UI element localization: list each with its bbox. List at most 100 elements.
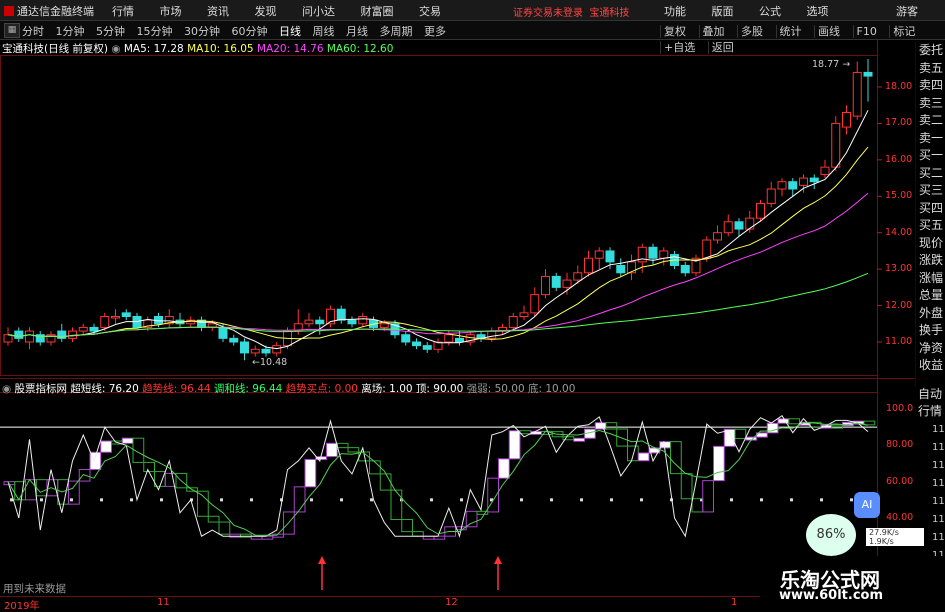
adjust-button[interactable]: 复权 (660, 25, 686, 38)
mark-button[interactable]: 标记 (889, 25, 916, 38)
grid-icon[interactable]: ▦ (4, 23, 20, 38)
candle-body (530, 294, 540, 314)
f10-button[interactable]: F10 (852, 25, 877, 38)
side-panel-item[interactable]: 卖四 (916, 77, 945, 95)
candle-body (143, 319, 153, 328)
side-panel-item[interactable]: 行情 (915, 403, 945, 420)
side-panel-item[interactable]: 涨幅 (916, 270, 945, 288)
speed-indicator[interactable]: 86% (806, 514, 856, 556)
indicator-box (476, 510, 489, 515)
midline-dot (460, 498, 463, 502)
side-panel-item[interactable]: 买一 (916, 147, 945, 165)
candle-body (14, 330, 24, 339)
indicator-box (584, 428, 596, 439)
menu-item-wealth[interactable]: 财富圈 (361, 5, 394, 18)
draw-button[interactable]: 画线 (814, 25, 840, 38)
side-panel-item[interactable]: 换手 (916, 322, 945, 340)
candle-body (659, 250, 669, 259)
indicator-box (412, 531, 424, 537)
tab-timeshare[interactable]: 分时 (22, 25, 44, 38)
right-menu: 功能 版面 公式 选项 (664, 3, 851, 19)
indicator-settings-icon[interactable]: ◉ (2, 383, 15, 395)
back-button[interactable]: 返回 (707, 41, 734, 54)
bottom-value: 底: 10.00 (527, 383, 576, 395)
side-panel-item[interactable]: 卖一 (916, 130, 945, 148)
quote-side-panel-bottom: 自动 行情 (915, 386, 945, 420)
indicator-box (401, 519, 413, 533)
multi-stock-button[interactable]: 多股 (737, 25, 763, 38)
menu-item-discover[interactable]: 发现 (255, 5, 277, 18)
menu-item-market[interactable]: 市场 (160, 5, 182, 18)
side-panel-item[interactable]: 卖五 (916, 60, 945, 78)
candle-body (304, 319, 314, 325)
side-panel-item[interactable]: 卖三 (916, 95, 945, 113)
side-panel-item[interactable]: 外盘 (916, 305, 945, 323)
side-panel-item[interactable]: 卖二 (916, 112, 945, 130)
candle-body (315, 319, 325, 325)
menu-item-ask[interactable]: 问小达 (302, 5, 335, 18)
menu-item-layout[interactable]: 版面 (712, 5, 734, 18)
tab-30min[interactable]: 30分钟 (184, 25, 220, 38)
app-title: 通达信金融终端 (4, 3, 94, 19)
add-watchlist-button[interactable]: +自选 (660, 41, 696, 54)
low-value: 10.48 (259, 357, 288, 368)
side-panel-item[interactable]: 涨跌 (916, 252, 945, 270)
tab-15min[interactable]: 15分钟 (137, 25, 173, 38)
candle-body (809, 177, 819, 183)
indicator-box (132, 437, 145, 463)
indicator-box (605, 422, 618, 430)
tab-weekly[interactable]: 周线 (313, 25, 335, 38)
side-panel-item[interactable]: 买三 (916, 182, 945, 200)
tab-more[interactable]: 更多 (424, 25, 446, 38)
side-panel-item[interactable]: 买二 (916, 165, 945, 183)
candle-body (498, 326, 507, 332)
candle-body (594, 250, 604, 259)
candle-body (422, 345, 432, 350)
kline-chart[interactable] (0, 0, 945, 609)
chart-title[interactable]: 宝通科技(日线 前复权) (2, 43, 108, 55)
guest-button[interactable]: 游客 (896, 3, 918, 19)
candle-body (369, 319, 378, 328)
side-panel-item[interactable]: 总量 (916, 287, 945, 305)
midline-dot (760, 498, 763, 502)
tab-5min[interactable]: 5分钟 (96, 25, 125, 38)
menu-item-trade[interactable]: 交易 (419, 5, 441, 18)
tab-monthly[interactable]: 月线 (346, 25, 368, 38)
indicator-box (594, 422, 607, 430)
adjust-line-value: 调和线: 96.44 (213, 383, 283, 395)
tab-daily[interactable]: 日线 (279, 25, 301, 38)
indicator-name[interactable]: 股票指标网 (15, 383, 68, 395)
candle-body (766, 188, 776, 205)
ma60-value: MA60: 12.60 (326, 43, 394, 55)
indicator-box (100, 440, 112, 453)
settings-icon[interactable]: ◉ (111, 43, 124, 55)
menu-item-function[interactable]: 功能 (664, 5, 686, 18)
indicator-box (369, 460, 381, 475)
ma10-value: MA10: 16.05 (187, 43, 254, 55)
side-panel-item[interactable]: 收益 (916, 357, 945, 375)
indicator-box (293, 486, 306, 513)
candle-body (250, 348, 260, 354)
tab-1min[interactable]: 1分钟 (56, 25, 85, 38)
login-warning[interactable]: 证券交易未登录 宝通科技 (513, 4, 629, 19)
side-panel-item[interactable]: 现价 (916, 235, 945, 253)
side-panel-item[interactable]: 净资 (916, 340, 945, 358)
ai-assistant-button[interactable]: AI (854, 492, 880, 518)
tab-60min[interactable]: 60分钟 (232, 25, 268, 38)
menu-item-formula[interactable]: 公式 (759, 5, 781, 18)
side-panel-item[interactable]: 买四 (916, 200, 945, 218)
menu-item-hq[interactable]: 行情 (112, 5, 134, 18)
candle-body (240, 341, 249, 354)
side-panel-item[interactable]: 买五 (916, 217, 945, 235)
midline-dot (790, 498, 793, 502)
menu-item-options[interactable]: 选项 (807, 5, 829, 18)
side-panel-item[interactable]: 自动 (915, 386, 945, 403)
midline-dot (430, 498, 433, 502)
side-panel-item[interactable]: 委托 (916, 42, 945, 60)
candle-body (175, 319, 185, 325)
tab-multi[interactable]: 多周期 (380, 25, 413, 38)
menu-item-news[interactable]: 资讯 (207, 5, 229, 18)
overlay-button[interactable]: 叠加 (698, 25, 725, 38)
candle-body (799, 177, 808, 186)
stats-button[interactable]: 统计 (775, 25, 802, 38)
